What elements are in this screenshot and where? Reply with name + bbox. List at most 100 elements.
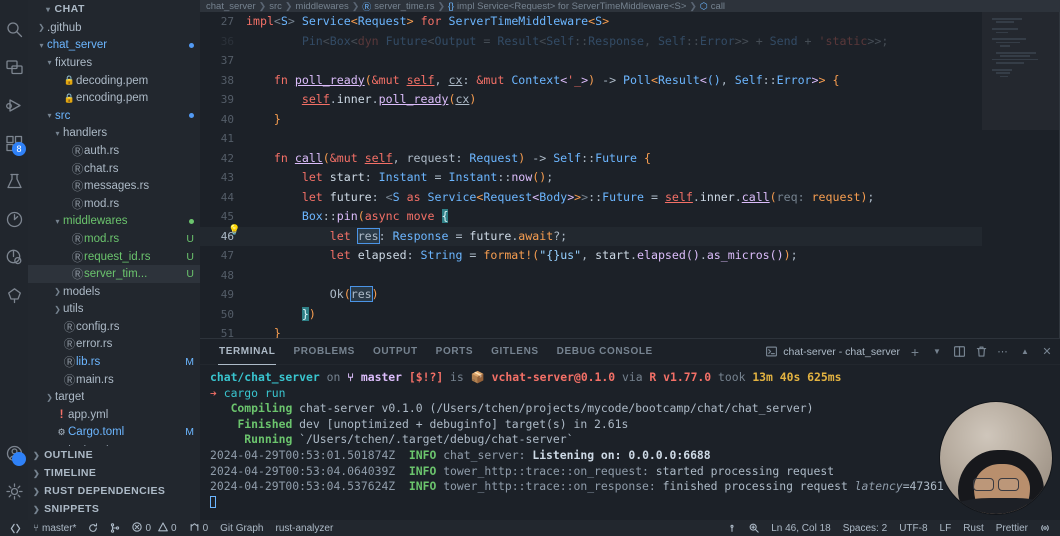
search-icon[interactable] (2, 14, 26, 44)
tree-item-utils[interactable]: ❯ utils (28, 301, 200, 319)
trash-icon[interactable] (974, 345, 988, 359)
sidebar-sections[interactable]: ❯ OUTLINE ❯ TIMELINE ❯ RUST DEPENDENCIES ❯ SNIP… (28, 446, 200, 520)
tree-item-test-rest[interactable]: ≡test.rest (28, 441, 200, 446)
accounts-icon[interactable] (2, 438, 26, 468)
code-content[interactable]: 27 impl<S> Service<Request> for ServerTim… (200, 12, 1060, 338)
tree-item-auth-rs[interactable]: Ⓡauth.rs (28, 142, 200, 160)
sidebar-section-outline[interactable]: ❯ OUTLINE (28, 446, 200, 464)
breadcrumb-item[interactable]: impl Service<Request> for ServerTimeMidd… (457, 1, 686, 12)
split-terminal-icon[interactable] (952, 345, 966, 359)
tab-ports[interactable]: PORTS (427, 339, 482, 365)
source-control-chat-icon[interactable] (2, 52, 26, 82)
sidebar-section-snippets[interactable]: ❯ SNIPPETS (28, 500, 200, 518)
prompt-arrow-icon: ➔ (210, 385, 217, 400)
extensions-icon[interactable]: 8 (2, 128, 26, 158)
tree-item-decoding-pem[interactable]: 🔒 decoding.pem (28, 72, 200, 90)
status-git-graph[interactable]: Git Graph (214, 520, 269, 536)
gear-icon[interactable] (2, 476, 26, 506)
sidebar-section-timeline[interactable]: ❯ TIMELINE (28, 464, 200, 482)
status-eol[interactable]: LF (934, 520, 958, 536)
breadcrumb-item[interactable]: server_time.rs (374, 1, 434, 12)
chevron-right-icon: ❯ (38, 23, 45, 33)
status-encoding[interactable]: UTF-8 (893, 520, 933, 536)
tree-item-label: decoding.pem (76, 74, 149, 87)
terminal-instance[interactable]: chat-server - chat_server (764, 345, 900, 359)
chevron-up-icon[interactable]: ▲ (1018, 345, 1032, 359)
sync-icon[interactable] (82, 520, 104, 536)
terminal-output[interactable]: chat/chat_server on ⑂ master [$!?] is 📦 … (200, 365, 1060, 520)
lightbulb-icon[interactable]: 💡 (228, 225, 240, 236)
cargo-rest-finished: dev [unoptimized + debuginfo] target(s) … (292, 416, 629, 431)
activity-bar: 8 (0, 0, 28, 520)
tree-item-label: Cargo.toml (68, 426, 125, 439)
tree-item-chat-server[interactable]: ▾ chat_server (28, 37, 200, 55)
tree-item-lib-rs[interactable]: Ⓡlib.rs M (28, 353, 200, 371)
tree-item-server-tim-[interactable]: Ⓡserver_tim... U (28, 265, 200, 283)
status-problems[interactable]: 0 0 (126, 520, 182, 536)
status-cursor-position[interactable]: Ln 46, Col 18 (765, 520, 837, 536)
tab-terminal[interactable]: TERMINAL (210, 339, 284, 365)
tree-item-label: error.rs (76, 338, 113, 351)
terminal-on-label: on (326, 370, 341, 384)
breadcrumb-item[interactable]: src (269, 1, 282, 12)
tree-item-error-rs[interactable]: Ⓡerror.rs (28, 336, 200, 354)
tree-item-mod-rs[interactable]: Ⓡmod.rs U (28, 230, 200, 248)
tree-check-icon[interactable] (2, 280, 26, 310)
tree-item-chat-rs[interactable]: Ⓡchat.rs (28, 160, 200, 178)
status-rust-analyzer[interactable]: rust-analyzer (270, 520, 340, 536)
status-ports[interactable]: 0 (183, 520, 215, 536)
bell-icon[interactable] (721, 520, 743, 536)
tree-item-src[interactable]: ▾ src (28, 107, 200, 125)
breadcrumb-item[interactable]: chat_server (206, 1, 256, 12)
code-line: 38 fn poll_ready(&mut self, cx: &mut Con… (220, 72, 840, 87)
clock-icon[interactable] (2, 204, 26, 234)
breadcrumb-item[interactable]: middlewares (295, 1, 348, 12)
tree-item-label: encoding.pem (76, 92, 149, 105)
zoom-icon[interactable] (743, 520, 765, 536)
tree-item-main-rs[interactable]: Ⓡmain.rs (28, 371, 200, 389)
tree-item-config-rs[interactable]: Ⓡconfig.rs (28, 318, 200, 336)
explorer-title-label: CHAT (54, 3, 85, 15)
tab-gitlens[interactable]: GITLENS (482, 339, 548, 365)
status-branch[interactable]: ⑂ master* (27, 520, 82, 536)
git-branch-graph-icon[interactable] (104, 520, 126, 536)
tree-item-mod-rs[interactable]: Ⓡmod.rs (28, 195, 200, 213)
tree-item-middlewares[interactable]: ▾ middlewares (28, 213, 200, 231)
database-search-icon[interactable] (2, 242, 26, 272)
tree-item-models[interactable]: ❯ models (28, 283, 200, 301)
new-terminal-icon[interactable]: + (908, 344, 922, 360)
tab-output[interactable]: OUTPUT (364, 339, 427, 365)
close-icon[interactable]: ✕ (1040, 345, 1054, 359)
broadcast-icon[interactable] (1034, 520, 1056, 536)
code-editor[interactable]: 27 impl<S> Service<Request> for ServerTim… (200, 12, 1060, 338)
tab-debug-console[interactable]: DEBUG CONSOLE (548, 339, 662, 365)
status-prettier[interactable]: Prettier (990, 520, 1034, 536)
log-level: INFO (408, 447, 437, 462)
more-actions-icon[interactable]: ⋯ (996, 345, 1010, 359)
chevron-down-icon[interactable]: ▼ (930, 345, 944, 359)
tree-item-cargo-toml[interactable]: ⚙ Cargo.toml M (28, 424, 200, 442)
tree-item-target[interactable]: ❯ target (28, 388, 200, 406)
testing-flask-icon[interactable] (2, 166, 26, 196)
tree-item-handlers[interactable]: ▾ handlers (28, 125, 200, 143)
tree-item--github[interactable]: ❯ .github (28, 19, 200, 37)
tree-item-encoding-pem[interactable]: 🔒 encoding.pem (28, 89, 200, 107)
run-and-debug-icon[interactable] (2, 90, 26, 120)
tree-item-fixtures[interactable]: ▾ fixtures (28, 54, 200, 72)
tab-problems[interactable]: PROBLEMS (284, 339, 363, 365)
status-language-mode[interactable]: Rust (957, 520, 990, 536)
breadcrumb-item[interactable]: call (711, 1, 725, 12)
status-indentation[interactable]: Spaces: 2 (837, 520, 893, 536)
git-status-badge: U (186, 250, 194, 263)
git-branch-icon: ⑂ (33, 522, 39, 534)
tree-item-messages-rs[interactable]: Ⓡmessages.rs (28, 177, 200, 195)
terminal-runtime: R v1.77.0 (649, 370, 712, 384)
tree-item-request-id-rs[interactable]: Ⓡrequest_id.rs U (28, 248, 200, 266)
file-tree[interactable]: ❯ .github ▾ chat_server ▾ fixtures 🔒 decoding.p… (28, 19, 200, 446)
panel-tabs: TERMINAL PROBLEMS OUTPUT PORTS GITLENS D… (200, 339, 1060, 365)
tree-item-app-yml[interactable]: ! app.yml (28, 406, 200, 424)
remote-window-icon[interactable] (4, 520, 27, 536)
breadcrumb[interactable]: chat_server ❯ src ❯ middlewares ❯ Ⓡserver_time… (200, 0, 1060, 12)
overview-ruler[interactable] (1048, 12, 1060, 338)
sidebar-section-rust-dependencies[interactable]: ❯ RUST DEPENDENCIES (28, 482, 200, 500)
